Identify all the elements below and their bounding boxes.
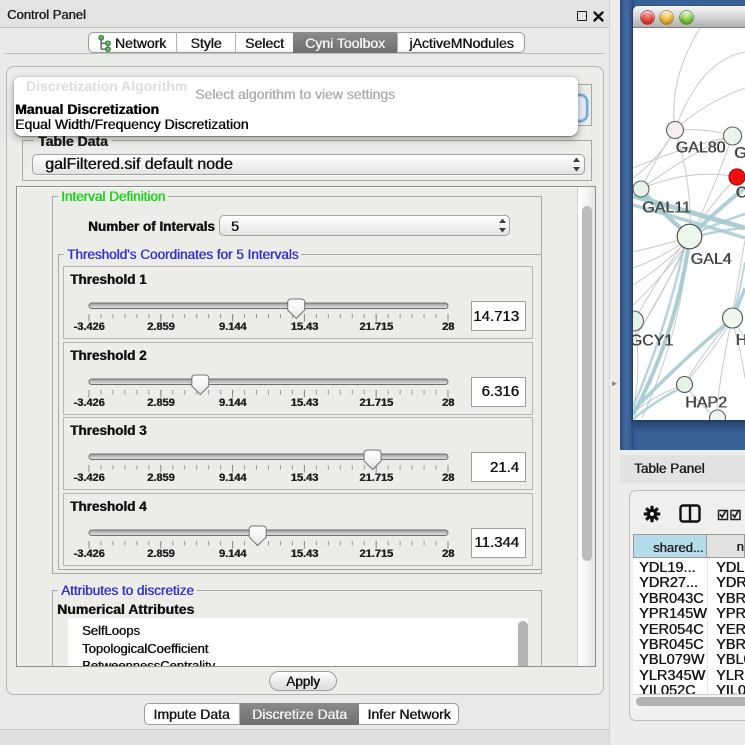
svg-text:15.43: 15.43 — [291, 548, 319, 560]
svg-text:28: 28 — [442, 397, 454, 409]
svg-text:C: C — [736, 185, 745, 202]
svg-text:9.144: 9.144 — [219, 321, 247, 333]
svg-text:2.859: 2.859 — [147, 321, 175, 333]
svg-text:GAL4: GAL4 — [691, 251, 732, 268]
svg-text:G.: G. — [734, 145, 745, 162]
svg-text:HAP2: HAP2 — [685, 395, 727, 412]
svg-text:15.43: 15.43 — [291, 321, 319, 333]
svg-text:21.715: 21.715 — [359, 548, 393, 560]
svg-text:H: H — [736, 332, 745, 349]
svg-text:-3.426: -3.426 — [73, 548, 104, 560]
svg-text:2.859: 2.859 — [147, 548, 175, 560]
svg-text:-3.426: -3.426 — [73, 321, 104, 333]
svg-text:2.859: 2.859 — [147, 472, 175, 484]
svg-text:9.144: 9.144 — [219, 397, 247, 409]
svg-text:-3.426: -3.426 — [73, 472, 104, 484]
svg-text:-3.426: -3.426 — [73, 397, 104, 409]
svg-text:21.715: 21.715 — [359, 321, 393, 333]
svg-text:28: 28 — [442, 548, 454, 560]
svg-text:GCY1: GCY1 — [633, 333, 673, 350]
svg-text:28: 28 — [442, 472, 454, 484]
svg-text:GAL11: GAL11 — [642, 200, 691, 217]
svg-text:21.715: 21.715 — [359, 397, 393, 409]
svg-text:2.859: 2.859 — [147, 397, 175, 409]
svg-text:9.144: 9.144 — [219, 472, 247, 484]
svg-text:9.144: 9.144 — [219, 548, 247, 560]
svg-text:15.43: 15.43 — [291, 397, 319, 409]
svg-text:21.715: 21.715 — [359, 472, 393, 484]
svg-text:28: 28 — [442, 321, 454, 333]
svg-text:GAL80: GAL80 — [676, 140, 726, 157]
svg-text:15.43: 15.43 — [291, 472, 319, 484]
